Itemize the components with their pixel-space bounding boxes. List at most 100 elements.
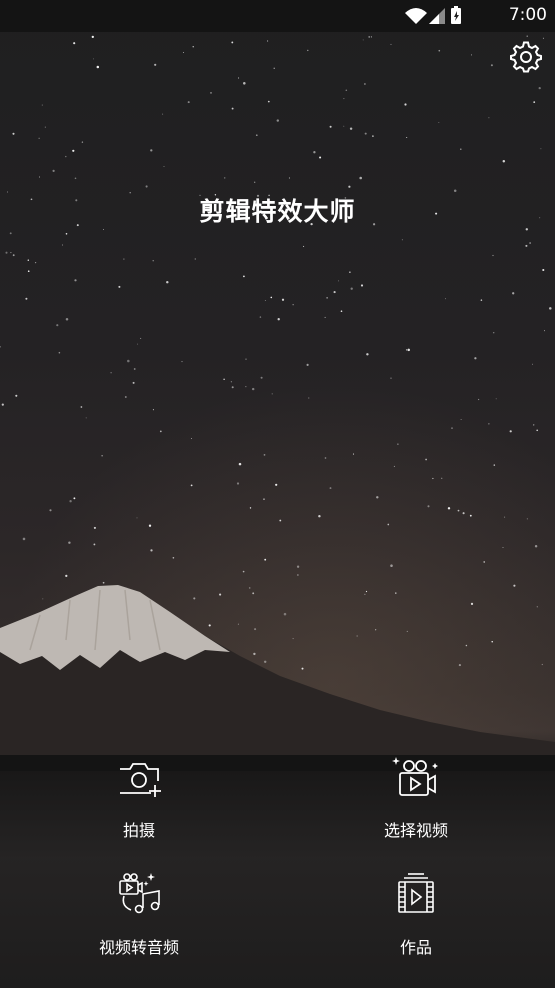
star [238,462,242,466]
star [447,507,451,510]
star [52,169,55,173]
star [445,298,446,300]
star [140,337,142,339]
star [263,498,265,500]
star [273,67,275,69]
star [471,54,473,56]
star [267,40,269,42]
star [370,36,372,38]
status-icons [405,6,461,24]
star [465,644,468,647]
shoot-label: 拍摄 [122,821,155,840]
star [324,316,326,318]
star [488,117,490,119]
star [438,121,440,124]
star [460,148,462,150]
star [230,381,233,383]
star [406,136,408,139]
star [352,453,355,455]
star [536,606,538,608]
star [263,660,267,664]
star [390,564,393,567]
gear-icon [510,41,542,73]
star [68,541,71,544]
star [245,358,247,360]
star [438,49,441,52]
star [181,361,183,363]
star [231,107,234,110]
star [162,113,164,115]
star [10,252,12,254]
star [406,630,408,632]
star [93,526,96,529]
camera-add-icon [120,763,161,797]
star [12,254,15,257]
star [253,652,256,656]
star [364,593,366,596]
star [154,63,157,66]
star [25,297,28,300]
star [395,592,397,594]
star [307,49,309,52]
star [1,403,4,406]
star [349,127,353,130]
star [365,590,368,593]
star [533,101,536,103]
star [123,258,125,260]
star [193,597,196,600]
star [319,156,322,159]
star [208,624,211,627]
star [488,423,490,425]
star [166,280,169,284]
star [260,376,263,379]
star [223,177,226,179]
star [231,386,234,389]
shoot-button[interactable]: 拍摄 [49,755,229,841]
select-video-button[interactable]: 选择视频 [326,755,506,841]
star [267,100,270,103]
cell-signal-icon [429,8,445,24]
star [313,151,316,154]
star [219,593,222,596]
star [93,543,96,546]
star [525,228,528,231]
star [252,592,255,595]
star [525,244,528,247]
star [425,458,427,461]
star [279,519,282,522]
star [407,348,410,352]
star [536,429,539,432]
video-to-audio-button[interactable]: 视频转音频 [49,872,229,958]
star [526,35,528,37]
star [297,574,299,576]
star [249,507,252,509]
star [150,549,153,552]
star [124,396,127,398]
star [65,318,69,321]
star [340,310,343,313]
star [237,623,239,625]
star [366,353,369,356]
star [372,135,374,138]
home-screen: 7:00 剪辑特效大师 拍摄 选择视频 视频转音频 作品 [0,0,555,988]
star [451,427,453,429]
star [427,505,430,508]
star [432,477,434,480]
star [540,148,542,150]
works-button[interactable]: 作品 [326,872,506,958]
star [102,229,104,231]
settings-button[interactable] [510,41,542,73]
star [544,330,545,332]
star [58,351,61,354]
star [390,377,392,379]
star [326,297,328,299]
star [152,409,154,411]
star [470,602,474,606]
star [34,261,37,264]
star [152,260,154,262]
star [243,82,246,85]
star [255,134,258,137]
star [276,119,279,122]
status-bar: 7:00 [0,0,555,32]
select-video-label: 选择视频 [383,821,448,840]
